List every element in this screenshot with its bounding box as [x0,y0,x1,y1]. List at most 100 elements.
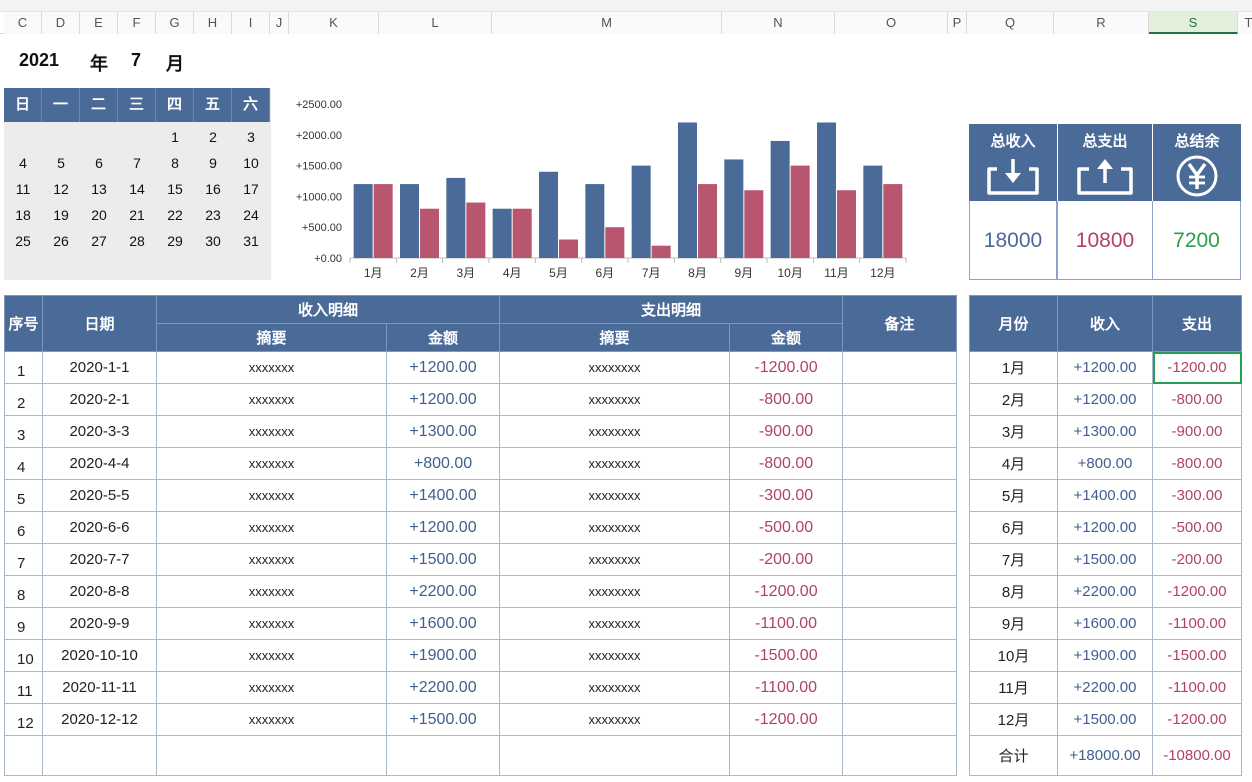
income-amount-cell[interactable]: +1200.00 [385,383,501,416]
expense-summary-cell[interactable]: xxxxxxxx [499,671,731,704]
month-cell[interactable]: 12月 [969,703,1058,736]
column-header-e[interactable]: E [80,12,118,34]
column-header-m[interactable]: M [492,12,722,34]
column-header-t[interactable]: T [1238,12,1252,34]
month-income-cell[interactable]: +2200.00 [1057,671,1153,704]
month-income-cell[interactable]: +1200.00 [1057,383,1153,416]
expense-amount-cell[interactable]: -900.00 [729,415,844,448]
month-cell[interactable]: 6月 [969,511,1058,544]
expense-summary-cell[interactable]: xxxxxxxx [499,575,731,608]
income-summary-cell[interactable]: xxxxxxx [156,575,387,608]
expense-amount-cell[interactable]: -800.00 [729,447,844,480]
income-amount-cell[interactable]: +1200.00 [385,511,501,544]
row-date[interactable]: 2020-10-10 [42,639,157,672]
empty-cell[interactable] [385,735,501,776]
income-amount-cell[interactable]: +2200.00 [385,671,501,704]
month-income-cell[interactable]: +1900.00 [1057,639,1153,672]
row-date[interactable]: 2020-7-7 [42,543,157,576]
row-seq[interactable]: 10 [4,639,43,672]
row-seq[interactable]: 6 [4,511,43,544]
income-amount-cell[interactable]: +1200.00 [385,351,501,384]
row-seq[interactable]: 8 [4,575,43,608]
expense-amount-cell[interactable]: -1200.00 [729,575,844,608]
income-amount-cell[interactable]: +1900.00 [385,639,501,672]
income-summary-cell[interactable]: xxxxxxx [156,415,387,448]
total-income-cell[interactable]: +18000.00 [1057,735,1153,776]
month-income-cell[interactable]: +800.00 [1057,447,1153,480]
expense-summary-cell[interactable]: xxxxxxxx [499,703,731,736]
month-cell[interactable]: 11月 [969,671,1058,704]
row-seq[interactable]: 2 [4,383,43,416]
note-cell[interactable] [842,511,958,544]
month-expense-cell[interactable]: -1100.00 [1152,607,1242,640]
income-summary-cell[interactable]: xxxxxxx [156,543,387,576]
row-seq[interactable]: 3 [4,415,43,448]
month-cell[interactable]: 10月 [969,639,1058,672]
row-date[interactable]: 2020-3-3 [42,415,157,448]
income-summary-cell[interactable]: xxxxxxx [156,511,387,544]
row-seq[interactable]: 4 [4,447,43,480]
total-expense-cell[interactable]: -10800.00 [1152,735,1242,776]
column-header-d[interactable]: D [42,12,80,34]
income-summary-cell[interactable]: xxxxxxx [156,703,387,736]
month-expense-cell[interactable]: -1200.00 [1152,575,1242,608]
row-date[interactable]: 2020-2-1 [42,383,157,416]
column-header-r[interactable]: R [1054,12,1149,34]
row-seq[interactable]: 5 [4,479,43,512]
column-header-k[interactable]: K [289,12,379,34]
expense-amount-cell[interactable]: -500.00 [729,511,844,544]
note-cell[interactable] [842,671,958,704]
income-summary-cell[interactable]: xxxxxxx [156,447,387,480]
row-date[interactable]: 2020-1-1 [42,351,157,384]
expense-summary-cell[interactable]: xxxxxxxx [499,607,731,640]
month-expense-cell[interactable]: -1200.00 [1152,351,1242,384]
note-cell[interactable] [842,479,958,512]
column-header-q[interactable]: Q [967,12,1054,34]
month-expense-cell[interactable]: -800.00 [1152,383,1242,416]
expense-amount-cell[interactable]: -200.00 [729,543,844,576]
month-income-cell[interactable]: +1200.00 [1057,511,1153,544]
expense-amount-cell[interactable]: -1200.00 [729,351,844,384]
row-date[interactable]: 2020-8-8 [42,575,157,608]
income-summary-cell[interactable]: xxxxxxx [156,383,387,416]
row-date[interactable]: 2020-6-6 [42,511,157,544]
expense-amount-cell[interactable]: -800.00 [729,383,844,416]
expense-summary-cell[interactable]: xxxxxxxx [499,383,731,416]
total-label[interactable]: 合计 [969,735,1058,776]
empty-cell[interactable] [842,735,958,776]
month-cell[interactable]: 5月 [969,479,1058,512]
expense-summary-cell[interactable]: xxxxxxxx [499,479,731,512]
note-cell[interactable] [842,703,958,736]
expense-summary-cell[interactable]: xxxxxxxx [499,415,731,448]
month-expense-cell[interactable]: -200.00 [1152,543,1242,576]
expense-amount-cell[interactable]: -1200.00 [729,703,844,736]
row-seq[interactable]: 9 [4,607,43,640]
income-summary-cell[interactable]: xxxxxxx [156,671,387,704]
month-cell[interactable]: 8月 [969,575,1058,608]
month-expense-cell[interactable]: -500.00 [1152,511,1242,544]
month-expense-cell[interactable]: -900.00 [1152,415,1242,448]
month-income-cell[interactable]: +1600.00 [1057,607,1153,640]
note-cell[interactable] [842,351,958,384]
income-amount-cell[interactable]: +2200.00 [385,575,501,608]
column-header-l[interactable]: L [379,12,492,34]
income-amount-cell[interactable]: +800.00 [385,447,501,480]
column-header-g[interactable]: G [156,12,194,34]
income-summary-cell[interactable]: xxxxxxx [156,351,387,384]
income-amount-cell[interactable]: +1300.00 [385,415,501,448]
expense-summary-cell[interactable]: xxxxxxxx [499,639,731,672]
empty-cell[interactable] [499,735,731,776]
income-summary-cell[interactable]: xxxxxxx [156,639,387,672]
month-income-cell[interactable]: +1200.00 [1057,351,1153,384]
month-cell[interactable]: 4月 [969,447,1058,480]
income-amount-cell[interactable]: +1500.00 [385,543,501,576]
column-header-o[interactable]: O [835,12,948,34]
empty-cell[interactable] [4,735,43,776]
row-seq[interactable]: 1 [4,351,43,384]
month-cell[interactable]: 1月 [969,351,1058,384]
month-expense-cell[interactable]: -300.00 [1152,479,1242,512]
column-header-p[interactable]: P [948,12,967,34]
column-header-s[interactable]: S [1149,12,1238,34]
month-cell[interactable]: 9月 [969,607,1058,640]
empty-cell[interactable] [729,735,844,776]
